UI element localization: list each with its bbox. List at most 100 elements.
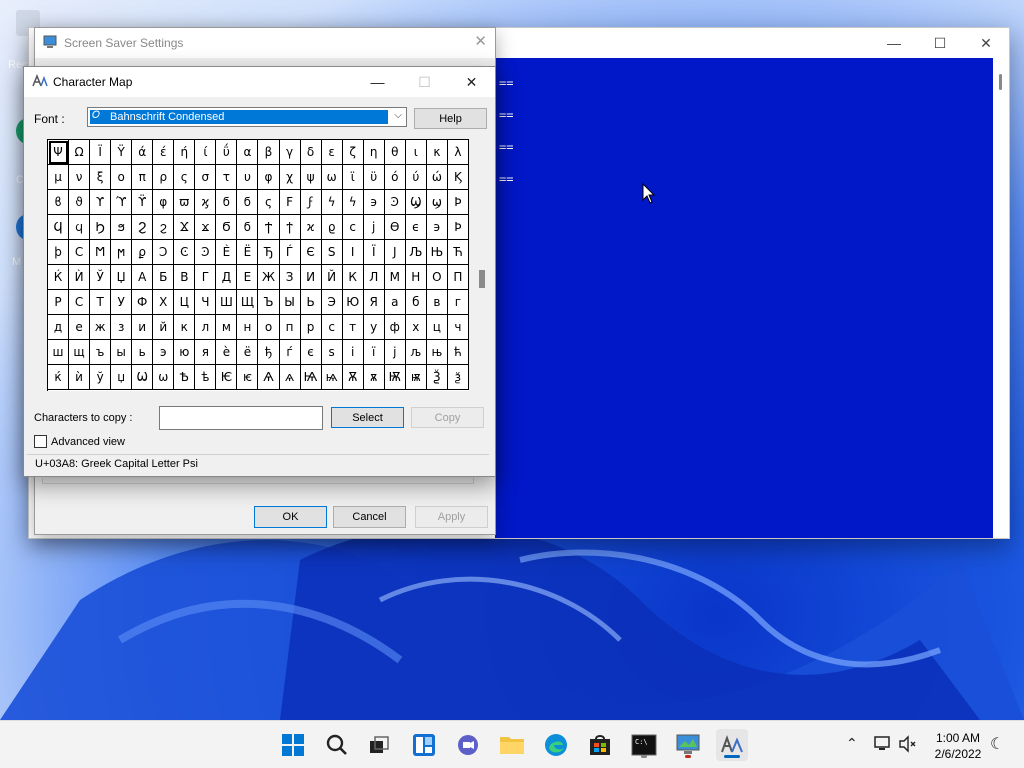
character-cell[interactable]: п [279, 315, 301, 340]
character-cell[interactable]: г [447, 290, 469, 315]
character-cell[interactable]: ϲ [342, 215, 364, 240]
character-cell[interactable]: α [237, 140, 259, 165]
character-cell[interactable]: Ϣ [405, 190, 427, 215]
close-button[interactable]: ✕ [448, 67, 495, 97]
character-cell[interactable]: Ϋ [111, 140, 133, 165]
character-cell[interactable]: ю [174, 340, 196, 365]
character-cell[interactable]: н [237, 315, 259, 340]
character-cell[interactable]: Љ [405, 240, 427, 265]
character-cell[interactable]: Ͽ [384, 190, 406, 215]
character-cell[interactable]: ι [405, 140, 427, 165]
character-cell[interactable]: η [363, 140, 385, 165]
character-cell[interactable]: ї [363, 340, 385, 365]
character-cell[interactable]: ϟ [321, 190, 343, 215]
character-cell[interactable]: ή [174, 140, 196, 165]
character-cell[interactable]: ϫ [195, 215, 217, 240]
character-cell[interactable]: ш [48, 340, 70, 365]
character-cell[interactable]: υ [237, 165, 259, 190]
character-cell[interactable]: Ѝ [69, 265, 91, 290]
terminal-button[interactable]: C:\ [628, 729, 660, 761]
character-cell[interactable]: Ѯ [426, 365, 448, 390]
character-cell[interactable]: β [258, 140, 280, 165]
copy-button[interactable]: Copy [411, 407, 484, 428]
character-cell[interactable]: Ψ [48, 140, 70, 165]
character-cell[interactable]: Ϊ [90, 140, 112, 165]
character-cell[interactable]: π [132, 165, 154, 190]
character-cell[interactable]: э [153, 340, 175, 365]
character-cell[interactable]: ј [384, 340, 406, 365]
character-cell[interactable]: р [300, 315, 322, 340]
character-cell[interactable]: Ѥ [216, 365, 238, 390]
character-cell[interactable]: П [447, 265, 469, 290]
character-cell[interactable]: у [363, 315, 385, 340]
character-cell[interactable]: ύ [405, 165, 427, 190]
character-cell[interactable]: ϭ [237, 215, 259, 240]
character-cell[interactable]: і [342, 340, 364, 365]
widgets-button[interactable] [408, 729, 440, 761]
character-cell[interactable]: Ѧ [258, 365, 280, 390]
character-cell[interactable]: џ [111, 365, 133, 390]
close-button[interactable]: ✕ [963, 28, 1009, 58]
character-cell[interactable]: Ї [363, 240, 385, 265]
volume-muted-icon[interactable] [898, 735, 918, 753]
character-cell[interactable]: ѯ [447, 365, 469, 390]
grid-scrollbar[interactable] [477, 139, 487, 391]
character-cell[interactable]: έ [153, 140, 175, 165]
apply-button[interactable]: Apply [415, 506, 488, 528]
title-bar[interactable]: Character Map — ☐ ✕ [24, 67, 495, 97]
character-cell[interactable]: д [48, 315, 70, 340]
character-cell[interactable]: Ќ [48, 265, 70, 290]
character-cell[interactable]: ѧ [279, 365, 301, 390]
character-cell[interactable]: ϳ [363, 215, 385, 240]
character-cell[interactable]: ϖ [174, 190, 196, 215]
character-cell[interactable]: Ϯ [258, 215, 280, 240]
character-cell[interactable]: ϶ [426, 215, 448, 240]
minimize-button[interactable]: — [871, 28, 917, 58]
checkbox-box[interactable] [34, 435, 47, 448]
character-cell[interactable]: Ϗ [447, 165, 469, 190]
character-cell[interactable]: Ϩ [132, 215, 154, 240]
character-cell[interactable]: Ѩ [300, 365, 322, 390]
character-cell[interactable]: ъ [90, 340, 112, 365]
character-cell[interactable]: ϰ [300, 215, 322, 240]
character-cell[interactable]: Э [321, 290, 343, 315]
maximize-button[interactable]: ☐ [917, 28, 963, 58]
character-cell[interactable]: δ [300, 140, 322, 165]
taskbar-clock[interactable]: 1:00 AM 2/6/2022 [930, 730, 986, 762]
minimize-button[interactable]: — [354, 67, 401, 97]
character-cell[interactable]: ё [237, 340, 259, 365]
character-cell[interactable]: Й [321, 265, 343, 290]
ok-button[interactable]: OK [254, 506, 327, 528]
console-area[interactable]: == == == == [495, 58, 995, 538]
character-cell[interactable]: Ͼ [174, 240, 196, 265]
character-cell[interactable]: Ц [174, 290, 196, 315]
character-cell[interactable]: ϭ [216, 190, 238, 215]
character-cell[interactable]: Є [300, 240, 322, 265]
character-cell[interactable]: ς [174, 165, 196, 190]
character-cell[interactable]: Њ [426, 240, 448, 265]
character-cell[interactable]: ы [111, 340, 133, 365]
edge-button[interactable] [540, 729, 572, 761]
characters-to-copy-input[interactable] [159, 406, 323, 430]
character-cell[interactable]: ϋ [363, 165, 385, 190]
character-cell[interactable]: Ш [216, 290, 238, 315]
close-button[interactable]: ✕ [474, 32, 487, 50]
character-cell[interactable]: ώ [426, 165, 448, 190]
character-cell[interactable]: ϒ [90, 190, 112, 215]
character-cell[interactable]: ό [384, 165, 406, 190]
character-cell[interactable]: Ј [384, 240, 406, 265]
character-cell[interactable]: л [195, 315, 217, 340]
character-cell[interactable]: ω [321, 165, 343, 190]
character-cell[interactable]: ϯ [279, 215, 301, 240]
character-cell[interactable]: Я [363, 290, 385, 315]
character-cell[interactable]: Ы [279, 290, 301, 315]
character-cell[interactable]: Ѡ [132, 365, 154, 390]
character-cell[interactable]: φ [258, 165, 280, 190]
character-cell[interactable]: ϵ [405, 215, 427, 240]
character-cell[interactable]: Џ [111, 265, 133, 290]
character-cell[interactable]: щ [69, 340, 91, 365]
character-cell[interactable]: ф [384, 315, 406, 340]
character-cell[interactable]: Ω [69, 140, 91, 165]
character-cell[interactable]: з [111, 315, 133, 340]
cancel-button[interactable]: Cancel [333, 506, 406, 528]
